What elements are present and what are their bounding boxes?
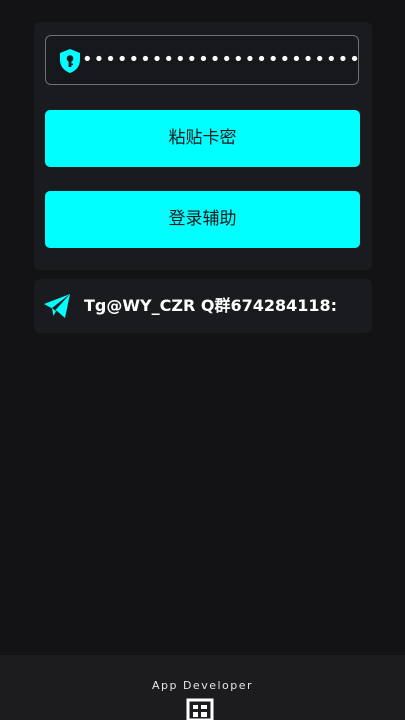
developer-app-icon — [186, 698, 214, 720]
footer: App Developer — [0, 655, 405, 720]
contact-info: Tg@WY_CZR Q群674284118: — [84, 296, 338, 315]
telegram-icon — [44, 294, 70, 318]
paste-key-button[interactable]: 粘贴卡密 — [45, 110, 360, 167]
login-card: •••••••••••••••••••••••••• 粘贴卡密 登录辅助 — [34, 22, 372, 270]
card-key-value: •••••••••••••••••••••••••• — [82, 49, 359, 70]
contact-bar: Tg@WY_CZR Q群674284118: — [34, 279, 372, 333]
login-button[interactable]: 登录辅助 — [45, 191, 360, 248]
app-screen: •••••••••••••••••••••••••• 粘贴卡密 登录辅助 Tg@… — [0, 0, 405, 720]
developer-label: App Developer — [151, 679, 254, 692]
card-key-input[interactable]: •••••••••••••••••••••••••• — [45, 35, 359, 85]
shield-keyhole-icon — [60, 49, 80, 73]
